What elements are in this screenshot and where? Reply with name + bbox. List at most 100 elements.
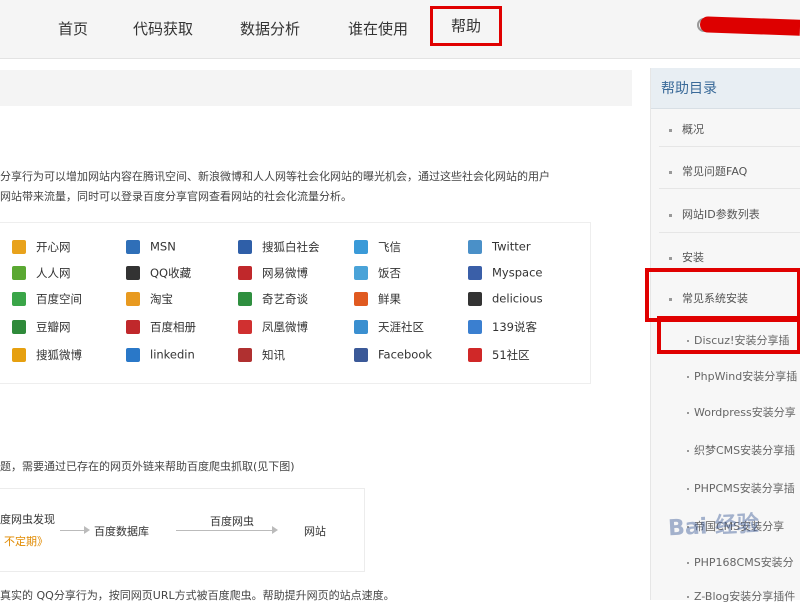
share-service-label: 淘宝 [150, 292, 173, 306]
share-service-icon [12, 266, 26, 280]
share-service-icon [354, 347, 368, 362]
share-service-label: 搜狐微博 [36, 348, 82, 362]
share-service-item[interactable]: Twitter [468, 239, 531, 257]
share-service-item[interactable]: 知讯 [238, 347, 285, 365]
nav-help[interactable]: 帮助 [430, 6, 502, 46]
nav-users[interactable]: 谁在使用 [348, 18, 408, 39]
share-service-label: 奇艺奇谈 [262, 292, 308, 306]
sidebar-item-common-systems[interactable]: 常见系统安装 [669, 290, 748, 306]
flow-step-spider: 百度网虫 [210, 515, 254, 528]
share-service-item[interactable]: 搜狐白社会 [238, 239, 320, 257]
share-service-icon [468, 348, 482, 362]
sidebar-subitem-wordpress[interactable]: Wordpress安装分享 [687, 404, 796, 420]
share-service-label: linkedin [150, 347, 195, 362]
flow-step-site: 网站 [304, 525, 326, 538]
sidebar-subitem-phpcms[interactable]: PHPCMS安装分享插 [687, 480, 795, 496]
share-service-icon [12, 292, 26, 306]
redaction-mark [699, 16, 800, 36]
share-service-label: Twitter [492, 239, 531, 254]
share-service-item[interactable]: Facebook [354, 347, 432, 365]
share-service-icon [354, 266, 368, 280]
baidu-jingyan-watermark: Bai 经验 [667, 511, 760, 542]
flow-arrow-icon [176, 526, 278, 534]
share-service-item[interactable]: 51社区 [468, 347, 530, 365]
share-service-item[interactable]: 百度相册 [126, 319, 196, 337]
sidebar-item-faq[interactable]: 常见问题FAQ [669, 163, 747, 179]
nav-analytics[interactable]: 数据分析 [240, 18, 300, 39]
share-service-item[interactable]: Myspace [468, 265, 542, 283]
share-service-label: 人人网 [36, 266, 71, 280]
share-service-label: 凤凰微博 [262, 320, 308, 334]
share-service-label: 豆瓣网 [36, 320, 71, 334]
crawl-note: 题，需要通过已存在的网页外链来帮助百度爬虫抓取(见下图) [0, 460, 295, 473]
share-service-item[interactable]: 淘宝 [126, 291, 173, 309]
share-service-label: 饭否 [378, 266, 401, 280]
share-service-item[interactable]: MSN [126, 239, 176, 257]
share-service-label: 鲜果 [378, 292, 401, 306]
share-service-item[interactable]: 搜狐微博 [12, 347, 82, 365]
share-service-label: 网易微博 [262, 266, 308, 280]
share-service-icon [126, 347, 140, 362]
share-service-item[interactable]: 奇艺奇谈 [238, 291, 308, 309]
share-service-label: 飞信 [378, 240, 401, 254]
share-service-item[interactable]: 人人网 [12, 265, 71, 283]
share-services-grid: 开心网 MSN 搜狐白社会 飞信 Twitter 人人网 QQ收藏 网易微博 饭否 Myspace… [0, 222, 591, 384]
share-service-label: MSN [150, 239, 176, 254]
sidebar-subitem-phpwind[interactable]: PhpWind安装分享插 [687, 368, 797, 384]
share-service-icon [238, 266, 252, 280]
intro-line-1: 分享行为可以增加网站内容在腾讯空间、新浪微博和人人网等社会化网站的曝光机会，通过… [0, 170, 550, 183]
share-service-item[interactable]: linkedin [126, 347, 195, 365]
share-service-icon [238, 348, 252, 362]
share-service-item[interactable]: 139说客 [468, 319, 537, 337]
flow-step-discover: 度网虫发现 [0, 513, 55, 526]
share-service-icon [238, 292, 252, 306]
share-service-label: 开心网 [36, 240, 71, 254]
share-service-icon [354, 292, 368, 306]
share-service-label: 51社区 [492, 348, 530, 362]
share-service-icon [126, 266, 140, 280]
crawl-flow-diagram: 度网虫发现 不定期》 百度数据库 百度网虫 网站 [0, 488, 365, 572]
share-service-icon [468, 291, 482, 306]
share-service-item[interactable]: delicious [468, 291, 543, 309]
share-service-item[interactable]: 饭否 [354, 265, 401, 283]
share-service-item[interactable]: 飞信 [354, 239, 401, 257]
share-service-icon [126, 292, 140, 306]
share-service-label: 百度相册 [150, 320, 196, 334]
share-service-item[interactable]: QQ收藏 [126, 265, 191, 283]
sidebar-item-overview[interactable]: 概况 [669, 121, 704, 137]
share-service-label: 天涯社区 [378, 320, 424, 334]
share-service-item[interactable]: 凤凰微博 [238, 319, 308, 337]
share-service-icon [12, 320, 26, 334]
share-service-item[interactable]: 豆瓣网 [12, 319, 71, 337]
intro-line-2: 网站带来流量，同时可以登录百度分享官网查看网站的社会化流量分析。 [0, 190, 352, 203]
share-service-label: 知讯 [262, 348, 285, 362]
sidebar-title: 帮助目录 [661, 81, 717, 97]
share-service-icon [126, 320, 140, 334]
sidebar-item-install[interactable]: 安装 [669, 249, 704, 265]
share-service-item[interactable]: 百度空间 [12, 291, 82, 309]
flow-step-irregular: 不定期》 [4, 535, 48, 548]
share-service-item[interactable]: 天涯社区 [354, 319, 424, 337]
share-service-label: Facebook [378, 347, 433, 362]
bottom-text: 真实的 QQ分享行为，按同网页URL方式被百度爬虫。帮助提升网页的站点速度。 [0, 589, 395, 602]
share-service-item[interactable]: 开心网 [12, 239, 71, 257]
sidebar-subitem-discuz[interactable]: Discuz!安装分享插 [687, 332, 789, 348]
share-service-item[interactable]: 鲜果 [354, 291, 401, 309]
sidebar-subitem-dedecms[interactable]: 织梦CMS安装分享插 [687, 442, 795, 458]
share-service-label: 搜狐白社会 [262, 240, 320, 254]
sidebar-subitem-php168[interactable]: PHP168CMS安装分 [687, 554, 794, 570]
share-service-icon [238, 240, 252, 254]
share-service-label: delicious [492, 291, 543, 306]
share-service-icon [238, 320, 252, 334]
share-service-icon [468, 239, 482, 254]
share-service-icon [354, 240, 368, 254]
share-service-icon [12, 348, 26, 362]
nav-code[interactable]: 代码获取 [133, 18, 193, 39]
nav-home[interactable]: 首页 [58, 18, 88, 39]
sidebar-subitem-zblog[interactable]: Z-Blog安装分享插件 [687, 588, 795, 604]
share-service-icon [354, 320, 368, 334]
share-service-label: Myspace [492, 265, 543, 280]
share-service-item[interactable]: 网易微博 [238, 265, 308, 283]
sidebar-item-site-id[interactable]: 网站ID参数列表 [669, 206, 760, 222]
flow-step-database: 百度数据库 [94, 525, 149, 538]
